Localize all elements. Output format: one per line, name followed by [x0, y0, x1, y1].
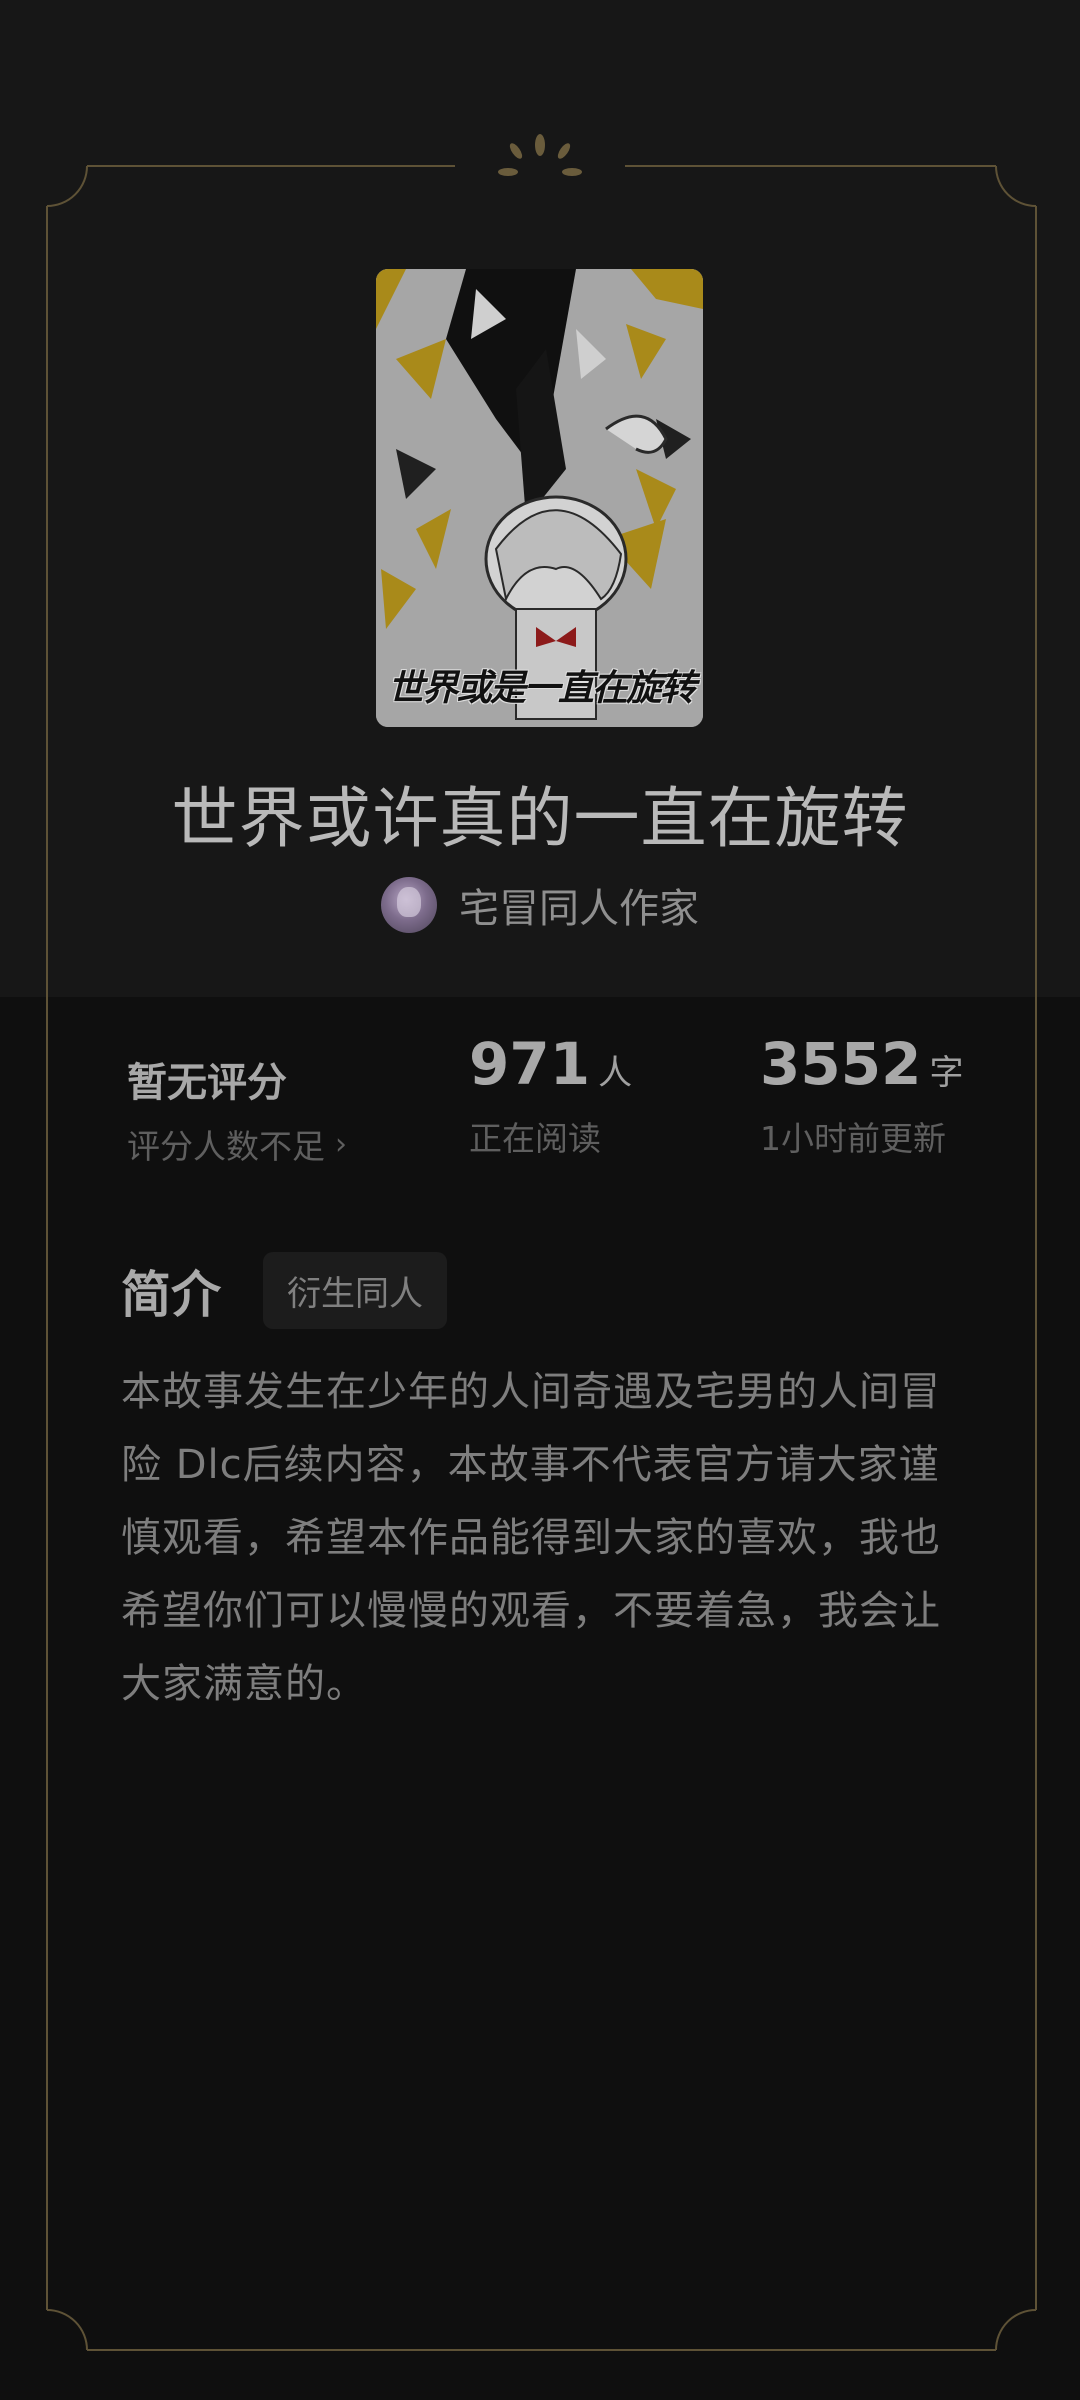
rating-stat[interactable]: 暂无评分 评分人数不足 ›: [127, 1030, 347, 1168]
book-title: 世界或许真的一直在旋转: [171, 780, 909, 857]
word-unit: 字: [929, 1053, 964, 1093]
intro-label: 简介: [121, 1265, 221, 1324]
chevron-right-icon: ›: [335, 1126, 347, 1162]
readers-unit: 人: [598, 1053, 633, 1093]
rating-sub-text: 评分人数不足: [127, 1127, 325, 1166]
readers-count: 971: [469, 1030, 591, 1098]
author-avatar[interactable]: [381, 877, 437, 933]
readers-sub: 正在阅读: [469, 1119, 601, 1158]
author-name[interactable]: 宅冒同人作家: [459, 876, 699, 934]
book-cover[interactable]: 世界或是一直在旋转: [376, 269, 703, 727]
intro-header: 简介 衍生同人: [121, 1252, 447, 1329]
words-stat: 3552 字 1小时前更新: [760, 1030, 963, 1160]
cover-title-text: 世界或是一直在旋转: [388, 667, 696, 709]
rating-sub[interactable]: 评分人数不足 ›: [127, 1120, 347, 1168]
flourish-ornament-icon: [498, 134, 582, 176]
author-row[interactable]: 宅冒同人作家: [0, 876, 1080, 934]
update-time: 1小时前更新: [760, 1119, 946, 1158]
genre-tag[interactable]: 衍生同人: [263, 1252, 447, 1329]
readers-stat: 971 人 正在阅读: [469, 1030, 632, 1160]
intro-text: 本故事发生在少年的人间奇遇及宅男的人间冒险 Dlc后续内容，本故事不代表官方请大…: [121, 1369, 941, 1707]
rating-label: 暂无评分: [127, 1060, 287, 1106]
stats-row: 暂无评分 评分人数不足 › 971 人 正在阅读 3552 字 1小时前更新: [0, 1030, 1080, 1166]
word-count: 3552: [760, 1030, 922, 1098]
